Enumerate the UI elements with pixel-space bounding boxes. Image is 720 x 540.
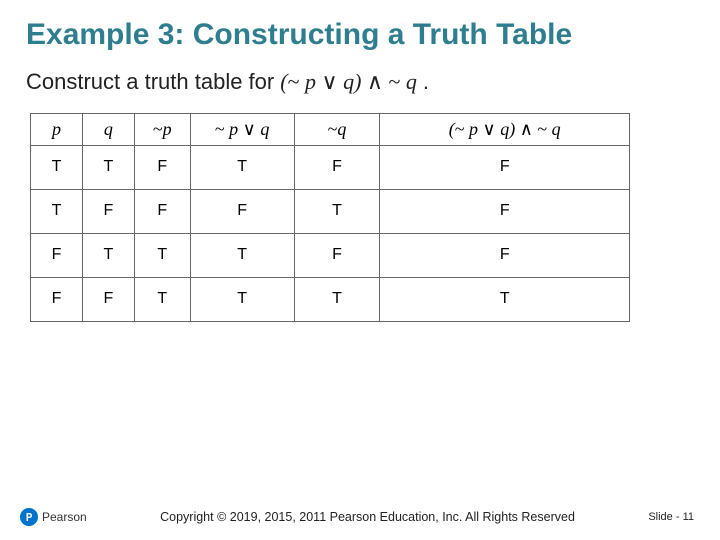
col-header-p: p <box>31 113 83 145</box>
cell: F <box>134 145 190 189</box>
cell: T <box>380 277 630 321</box>
prompt: Construct a truth table for (~ p ∨ q) ∧ … <box>26 69 694 95</box>
cell: T <box>31 189 83 233</box>
table-row: F F T T T T <box>31 277 630 321</box>
col-header-notp-or-q: ~ p ∨ q <box>190 113 294 145</box>
truth-table: p q ~p ~ p ∨ q ~q (~ p ∨ q) ∧ ~ q T T F … <box>30 113 630 322</box>
cell: F <box>380 145 630 189</box>
prompt-expression: (~ p ∨ q) ∧ ~ q <box>280 69 417 95</box>
cell: F <box>190 189 294 233</box>
cell: F <box>82 189 134 233</box>
table-row: T F F F T F <box>31 189 630 233</box>
slide-label: Slide - <box>648 511 679 523</box>
cell: F <box>31 277 83 321</box>
prompt-period: . <box>423 69 429 95</box>
table-body: T T F T F F T F F F T F F T T T F F <box>31 145 630 321</box>
col-header-not-p: ~p <box>134 113 190 145</box>
footer: Pearson Copyright © 2019, 2015, 2011 Pea… <box>0 508 720 526</box>
table-header-row: p q ~p ~ p ∨ q ~q (~ p ∨ q) ∧ ~ q <box>31 113 630 145</box>
table-row: F T T T F F <box>31 233 630 277</box>
cell: F <box>380 189 630 233</box>
cell: F <box>31 233 83 277</box>
slide-number-value: 11 <box>683 511 694 523</box>
cell: T <box>134 233 190 277</box>
cell: T <box>190 277 294 321</box>
brand-name: Pearson <box>42 510 87 524</box>
col-header-q: q <box>82 113 134 145</box>
cell: F <box>134 189 190 233</box>
col-header-not-q: ~q <box>294 113 380 145</box>
cell: F <box>294 145 380 189</box>
cell: T <box>134 277 190 321</box>
cell: T <box>294 277 380 321</box>
copyright-text: Copyright © 2019, 2015, 2011 Pearson Edu… <box>87 510 649 524</box>
cell: T <box>190 145 294 189</box>
prompt-lead: Construct a truth table for <box>26 69 274 95</box>
brand-logo: Pearson <box>20 508 87 526</box>
cell: T <box>190 233 294 277</box>
col-header-final: (~ p ∨ q) ∧ ~ q <box>380 113 630 145</box>
slide-number: Slide - 11 <box>648 511 694 523</box>
cell: F <box>82 277 134 321</box>
slide: Example 3: Constructing a Truth Table Co… <box>0 0 720 540</box>
page-title: Example 3: Constructing a Truth Table <box>26 18 694 53</box>
cell: T <box>31 145 83 189</box>
cell: T <box>82 233 134 277</box>
cell: F <box>294 233 380 277</box>
cell: T <box>294 189 380 233</box>
table-row: T T F T F F <box>31 145 630 189</box>
pearson-icon <box>20 508 38 526</box>
cell: T <box>82 145 134 189</box>
cell: F <box>380 233 630 277</box>
